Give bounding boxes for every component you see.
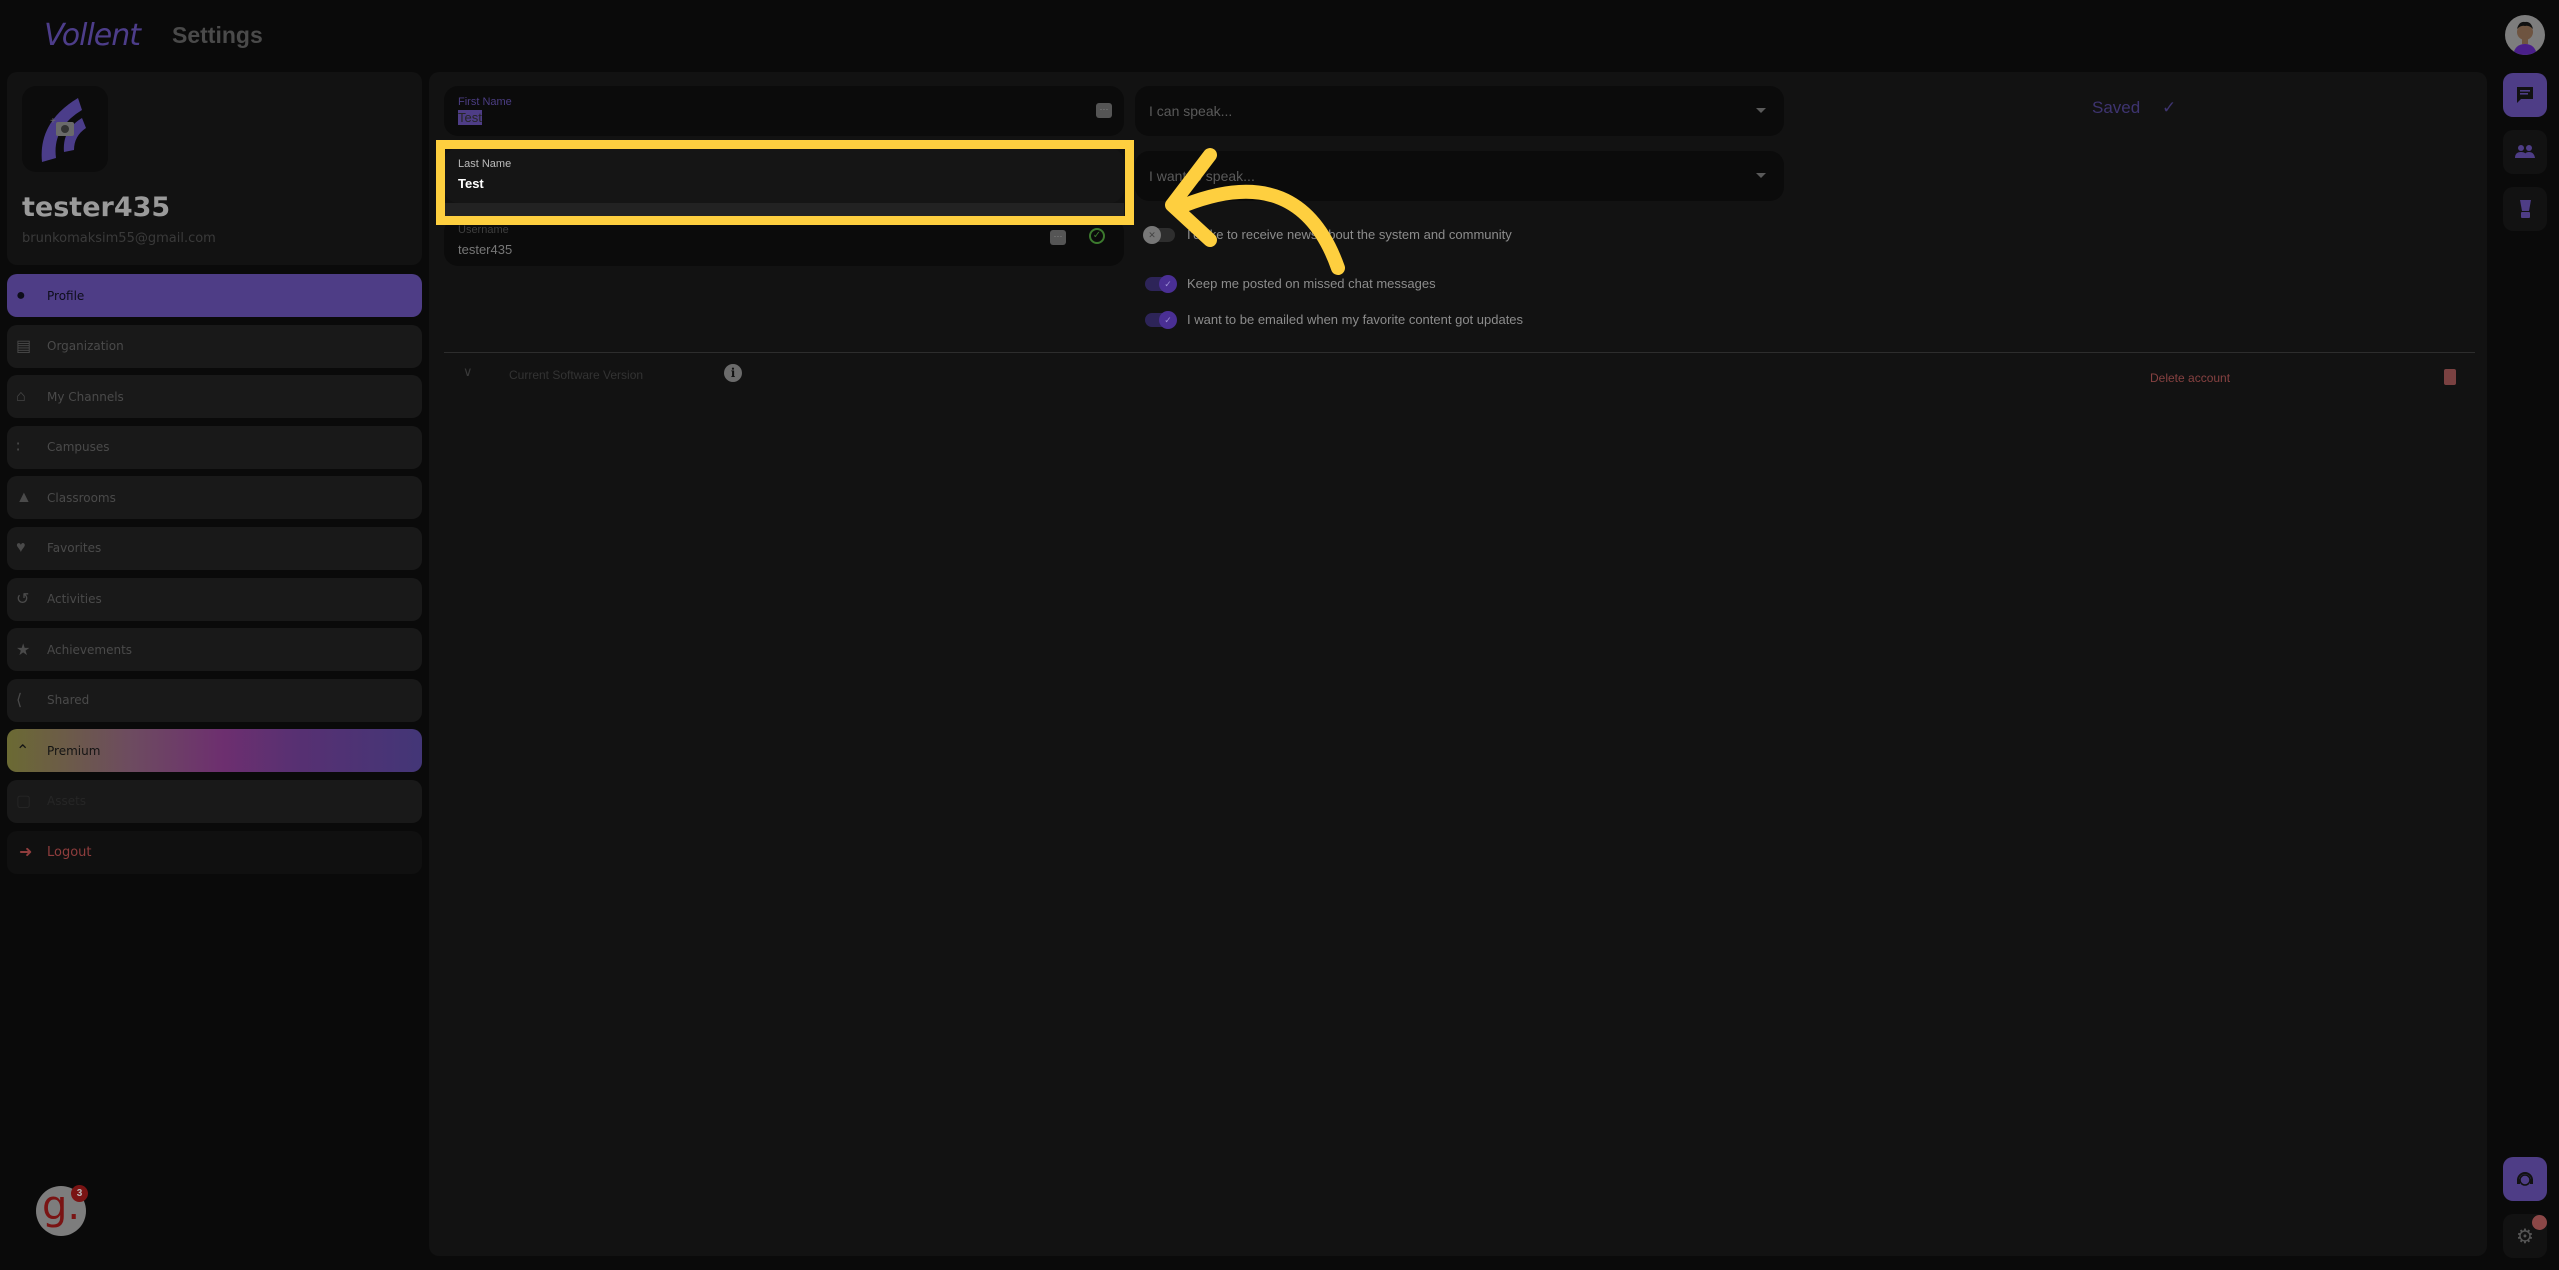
sidebar-item-label: Shared bbox=[47, 693, 90, 708]
graduation-cap-icon: ▲ bbox=[16, 488, 32, 506]
sidebar-item-label: Assets bbox=[47, 794, 87, 809]
saved-status: Saved bbox=[2092, 98, 2141, 117]
x-icon: ✕ bbox=[1143, 225, 1161, 244]
double-check-icon: ✓ bbox=[2162, 98, 2177, 117]
highlight-box bbox=[436, 140, 1134, 225]
sidebar-item-profile[interactable]: ● Profile bbox=[7, 274, 422, 317]
headset-icon bbox=[2517, 1172, 2533, 1186]
blender-button[interactable] bbox=[2503, 187, 2547, 231]
trash-icon[interactable] bbox=[2444, 369, 2456, 385]
divider bbox=[444, 352, 2475, 353]
sidebar-item-assets: ▢ Assets bbox=[7, 779, 422, 823]
building-icon: ▤ bbox=[16, 338, 32, 356]
chevron-down-icon[interactable]: ∨ bbox=[463, 364, 473, 380]
home-icon: ⌂ bbox=[16, 387, 26, 405]
username-input[interactable]: tester435 bbox=[458, 242, 512, 257]
sidebar-item-label: My Channels bbox=[47, 389, 124, 404]
first-name-label: First Name bbox=[458, 96, 512, 108]
sidebar-item-label: Premium bbox=[47, 743, 101, 758]
notification-badge: 3 bbox=[71, 1185, 88, 1202]
profile-username: tester435 bbox=[22, 192, 171, 223]
sidebar-item-campuses[interactable]: ∶ Campuses bbox=[7, 425, 422, 469]
want-speak-placeholder: I want to speak... bbox=[1149, 168, 1255, 184]
username-field[interactable]: Username tester435 ··· ✓ bbox=[444, 218, 1124, 266]
toggle-row-favorites: ✓ I want to be emailed when my favorite … bbox=[1145, 310, 1524, 329]
sidebar-item-shared[interactable]: ⟨ Shared bbox=[7, 678, 422, 722]
check-circle-icon: ✓ bbox=[1089, 228, 1105, 244]
brand-logo-icon: + bbox=[41, 98, 86, 162]
sidebar-item-my-channels[interactable]: ⌂ My Channels bbox=[7, 375, 422, 419]
history-icon: ↺ bbox=[16, 591, 30, 609]
chat-button[interactable] bbox=[2503, 73, 2547, 117]
top-bar: Vollent Settings bbox=[0, 0, 2559, 70]
chat-icon bbox=[2517, 87, 2533, 103]
svg-text:+: + bbox=[50, 116, 56, 127]
square-icon: ▢ bbox=[16, 793, 32, 811]
info-icon[interactable]: i bbox=[724, 364, 742, 382]
logout-button[interactable]: ➜ Logout bbox=[7, 830, 422, 874]
more-options-icon[interactable]: ··· bbox=[1050, 230, 1066, 245]
sidebar-item-label: Classrooms bbox=[47, 490, 116, 505]
sidebar-item-label: Campuses bbox=[47, 440, 110, 455]
trophy-icon: ★ bbox=[16, 641, 31, 659]
software-version-label: Current Software Version bbox=[509, 368, 644, 382]
logout-icon: ➜ bbox=[19, 844, 33, 862]
chat-messages-toggle[interactable]: ✓ bbox=[1145, 274, 1177, 293]
want-speak-select[interactable]: I want to speak... bbox=[1135, 151, 1784, 201]
people-button[interactable] bbox=[2503, 130, 2547, 174]
sidebar-item-label: Organization bbox=[47, 339, 124, 354]
toggle-label: I want to be emailed when my favorite co… bbox=[1187, 312, 1524, 327]
username-label: Username bbox=[458, 224, 509, 236]
toggle-label: I'd like to receive news about the syste… bbox=[1187, 227, 1512, 242]
page-title: Settings bbox=[172, 22, 263, 48]
toggle-label: Keep me posted on missed chat messages bbox=[1187, 276, 1436, 291]
double-chevron-up-icon: ⌃ bbox=[16, 742, 30, 760]
can-speak-select[interactable]: I can speak... bbox=[1135, 86, 1784, 136]
sidebar-item-label: Favorites bbox=[47, 541, 102, 556]
sidebar-item-classrooms[interactable]: ▲ Classrooms bbox=[7, 476, 422, 520]
check-icon: ✓ bbox=[1159, 310, 1177, 329]
delete-account-button[interactable]: Delete account bbox=[2150, 371, 2230, 385]
sidebar-item-favorites[interactable]: ♥ Favorites bbox=[7, 526, 422, 570]
toggle-row-chat: ✓ Keep me posted on missed chat messages bbox=[1145, 274, 1436, 293]
sidebar-item-activities[interactable]: ↺ Activities bbox=[7, 577, 422, 621]
sidebar-item-label: Logout bbox=[47, 844, 92, 860]
sidebar-item-premium[interactable]: ⌃ Premium bbox=[7, 729, 422, 773]
people-icon bbox=[2515, 145, 2535, 158]
gear-icon: ⚙ bbox=[2516, 1225, 2534, 1248]
avatar-person-icon bbox=[2513, 21, 2537, 55]
caret-down-icon bbox=[1756, 173, 1766, 178]
heart-icon: ♥ bbox=[16, 539, 26, 557]
more-options-icon[interactable]: ··· bbox=[1096, 103, 1112, 118]
news-toggle[interactable]: ✕ bbox=[1143, 225, 1175, 244]
sidebar-item-label: Activities bbox=[47, 592, 102, 607]
user-avatar[interactable] bbox=[2505, 15, 2545, 55]
toggle-row-news: ✕ I'd like to receive news about the sys… bbox=[1143, 225, 1512, 244]
notification-dot bbox=[2532, 1215, 2547, 1230]
profile-email: brunkomaksim55@gmail.com bbox=[22, 231, 216, 246]
sidebar-item-achievements[interactable]: ★ Achievements bbox=[7, 628, 422, 672]
check-icon: ✓ bbox=[1159, 274, 1177, 293]
profile-avatar-upload[interactable]: + bbox=[22, 86, 108, 172]
support-button[interactable] bbox=[2503, 1157, 2547, 1201]
app-logo[interactable]: Vollent bbox=[44, 18, 141, 53]
favorite-updates-toggle[interactable]: ✓ bbox=[1145, 310, 1177, 329]
first-name-input[interactable]: Test bbox=[458, 110, 482, 125]
first-name-field[interactable]: First Name Test ··· bbox=[444, 86, 1124, 136]
caret-down-icon bbox=[1756, 108, 1766, 113]
sidebar-item-label: Profile bbox=[47, 288, 85, 303]
blender-icon bbox=[2520, 200, 2531, 218]
user-circle-icon: ● bbox=[16, 286, 26, 304]
sidebar-nav: ● Profile ▤ Organization ⌂ My Channels ∶… bbox=[7, 274, 422, 881]
can-speak-placeholder: I can speak... bbox=[1149, 103, 1233, 119]
profile-card: + tester435 brunkomaksim55@gmail.com bbox=[7, 72, 422, 265]
share-icon: ⟨ bbox=[16, 692, 23, 710]
sidebar-item-organization[interactable]: ▤ Organization bbox=[7, 324, 422, 368]
sidebar-item-label: Achievements bbox=[47, 642, 133, 657]
group-icon: ∶ bbox=[16, 439, 21, 457]
